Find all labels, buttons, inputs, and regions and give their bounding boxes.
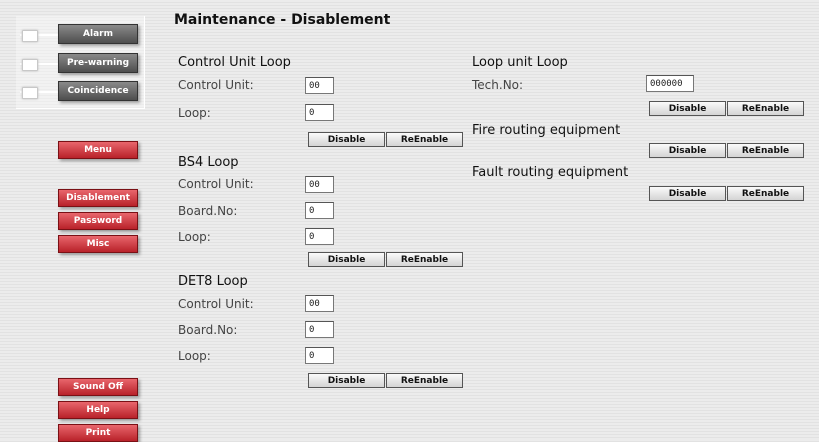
loop-label: Loop: (178, 230, 211, 244)
bs4-loop-heading: BS4 Loop (178, 155, 239, 170)
alarm-button[interactable]: Alarm (58, 24, 138, 44)
loop-label: Loop: (178, 349, 211, 363)
control-unit-loop-heading: Control Unit Loop (178, 55, 291, 70)
cul-disable-button[interactable]: Disable (308, 132, 385, 147)
control-unit-label: Control Unit: (178, 177, 254, 191)
bs4-control-unit-input[interactable]: 00 (305, 176, 334, 193)
fault-routing-reenable-button[interactable]: ReEnable (727, 186, 804, 201)
page-title: Maintenance - Disablement (174, 12, 391, 28)
fault-routing-disable-button[interactable]: Disable (649, 186, 726, 201)
board-no-label: Board.No: (178, 323, 238, 337)
cul-reenable-button[interactable]: ReEnable (386, 132, 463, 147)
bs4-reenable-button[interactable]: ReEnable (386, 252, 463, 267)
det8-loop-input[interactable]: 0 (305, 347, 334, 364)
control-unit-label: Control Unit: (178, 297, 254, 311)
print-button[interactable]: Print (58, 424, 138, 442)
bs4-loop-input[interactable]: 0 (305, 228, 334, 245)
alarm-lamp-icon (22, 30, 38, 42)
det8-loop-heading: DET8 Loop (178, 274, 248, 289)
control-unit-label: Control Unit: (178, 78, 254, 92)
disablement-button[interactable]: Disablement (58, 189, 138, 207)
fire-routing-reenable-button[interactable]: ReEnable (727, 143, 804, 158)
tech-no-label: Tech.No: (472, 78, 524, 92)
loop-unit-loop-heading: Loop unit Loop (472, 55, 568, 70)
help-button[interactable]: Help (58, 401, 138, 419)
prewarning-lamp-icon (22, 59, 38, 71)
tech-no-input[interactable]: 000000 (646, 75, 694, 92)
det8-disable-button[interactable]: Disable (308, 373, 385, 388)
fault-routing-heading: Fault routing equipment (472, 165, 629, 180)
lul-disable-button[interactable]: Disable (649, 101, 726, 116)
cul-loop-input[interactable]: 0 (305, 104, 334, 121)
board-no-label: Board.No: (178, 204, 238, 218)
fire-routing-disable-button[interactable]: Disable (649, 143, 726, 158)
det8-reenable-button[interactable]: ReEnable (386, 373, 463, 388)
lul-reenable-button[interactable]: ReEnable (727, 101, 804, 116)
bs4-disable-button[interactable]: Disable (308, 252, 385, 267)
password-button[interactable]: Password (58, 212, 138, 230)
loop-label: Loop: (178, 106, 211, 120)
fire-routing-heading: Fire routing equipment (472, 123, 621, 138)
sound-off-button[interactable]: Sound Off (58, 378, 138, 396)
coincidence-lamp-icon (22, 87, 38, 99)
menu-button[interactable]: Menu (58, 141, 138, 159)
prewarning-button[interactable]: Pre-warning (58, 53, 138, 73)
misc-button[interactable]: Misc (58, 235, 138, 253)
coincidence-button[interactable]: Coincidence (58, 81, 138, 101)
bs4-board-no-input[interactable]: 0 (305, 202, 334, 219)
det8-board-no-input[interactable]: 0 (305, 321, 334, 338)
det8-control-unit-input[interactable]: 00 (305, 295, 334, 312)
cul-control-unit-input[interactable]: 00 (305, 77, 334, 94)
